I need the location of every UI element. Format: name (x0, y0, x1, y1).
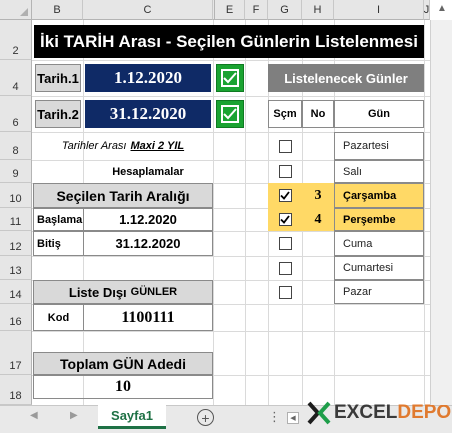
kod-label: Kod (33, 304, 84, 331)
day-checkbox-cell (268, 132, 302, 160)
brand-name-part1: EXCEL (334, 401, 398, 423)
excel-logo-icon (307, 401, 331, 424)
vertical-scrollbar[interactable] (430, 20, 452, 405)
excluded-days-subtitle: GÜNLER (130, 286, 178, 298)
day-number (302, 132, 334, 160)
day-checkbox[interactable] (278, 189, 292, 202)
col-header-c[interactable]: C (83, 0, 213, 20)
selected-range-header: Seçilen Tarih Aralığı (33, 183, 213, 208)
row-header-11[interactable]: 11 (0, 208, 32, 231)
end-value[interactable]: 31.12.2020 (83, 231, 213, 256)
range-note-limit: Maxi 2 YIL (130, 140, 185, 152)
tarih1-input[interactable]: 1.12.2020 (85, 64, 211, 92)
start-value[interactable]: 1.12.2020 (83, 208, 213, 231)
day-checkbox[interactable] (278, 261, 292, 275)
scroll-up-icon[interactable]: ▲ (437, 3, 447, 14)
day-name[interactable]: Çarşamba (334, 183, 424, 208)
grid-line (32, 60, 430, 61)
col-header-f[interactable]: F (245, 0, 268, 20)
day-name[interactable]: Pazartesi (334, 132, 424, 160)
day-checkbox[interactable] (278, 213, 292, 226)
col-header-h[interactable]: H (302, 0, 334, 20)
row-header-4[interactable]: 4 (0, 60, 32, 96)
tab-nav-prev-icon[interactable]: ◀ (30, 410, 38, 421)
row-header-10[interactable]: 10 (0, 183, 32, 208)
total-days-header: Toplam GÜN Adedi (33, 352, 213, 375)
col-no-header: No (302, 100, 334, 128)
day-number (302, 231, 334, 256)
day-number: 4 (302, 208, 334, 231)
tarih1-check[interactable] (216, 64, 244, 92)
tab-nav-next-icon[interactable]: ▶ (70, 410, 78, 421)
day-checkbox-cell (268, 160, 302, 183)
grid-line (32, 96, 430, 97)
total-days-value[interactable]: 10 (33, 375, 213, 399)
checkmark-icon (280, 215, 290, 224)
calc-heading: Hesaplamalar (112, 165, 184, 178)
excluded-days-header: Liste Dışı GÜNLER (33, 280, 213, 304)
grid-line (245, 20, 246, 405)
hscroll-left-icon[interactable]: ◀ (287, 412, 299, 424)
day-name[interactable]: Cuma (334, 231, 424, 256)
day-checkbox-cell (268, 280, 302, 304)
col-header-i[interactable]: I (334, 0, 424, 20)
day-checkbox[interactable] (278, 165, 292, 178)
grid-line (213, 20, 214, 405)
col-select-header: Sçm (268, 100, 302, 128)
tarih2-label: Tarih.2 (35, 100, 81, 128)
range-note: Tarihler Arası Maxi 2 YIL (33, 136, 213, 156)
row-header-8[interactable]: 8 (0, 132, 32, 160)
day-name[interactable]: Cumartesi (334, 256, 424, 280)
tarih2-check[interactable] (216, 100, 244, 128)
day-number: 3 (302, 183, 334, 208)
row-header-2[interactable]: 2 (0, 20, 32, 60)
row-header-12[interactable]: 12 (0, 231, 32, 256)
day-number (302, 160, 334, 183)
day-number (302, 280, 334, 304)
row-header-18[interactable]: 18 (0, 375, 32, 405)
kod-value[interactable]: 1100111 (83, 304, 213, 331)
page-title: İki TARİH Arası - Seçilen Günlerin Liste… (34, 25, 424, 58)
col-header-e[interactable]: E (215, 0, 245, 20)
range-note-text: Tarihler Arası (61, 140, 127, 152)
more-options-icon[interactable]: ⋮ (268, 409, 281, 425)
day-checkbox-cell (268, 183, 302, 208)
tarih2-input[interactable]: 31.12.2020 (85, 100, 211, 128)
excluded-days-title: Liste Dışı (68, 284, 127, 300)
col-day-header: Gün (334, 100, 424, 128)
grid-line (32, 331, 430, 332)
row-header-9[interactable]: 9 (0, 160, 32, 183)
day-checkbox[interactable] (278, 139, 292, 153)
day-name[interactable]: Salı (334, 160, 424, 183)
row-header-13[interactable]: 13 (0, 256, 32, 280)
start-label: Başlama (33, 208, 84, 231)
day-name[interactable]: Pazar (334, 280, 424, 304)
checkmark-icon (280, 191, 290, 200)
grid-line (424, 20, 425, 405)
col-header-j[interactable]: J (424, 0, 430, 20)
check-icon (221, 69, 239, 87)
row-header-17[interactable]: 17 (0, 331, 32, 375)
row-header-14[interactable]: 14 (0, 280, 32, 304)
day-name[interactable]: Perşembe (334, 208, 424, 231)
add-sheet-icon[interactable]: + (197, 409, 214, 426)
day-number (302, 256, 334, 280)
row-header-6[interactable]: 6 (0, 96, 32, 132)
check-icon (221, 105, 239, 123)
end-label: Bitiş (33, 231, 84, 256)
tarih1-label: Tarih.1 (35, 64, 81, 92)
col-header-g[interactable]: G (268, 0, 302, 20)
day-checkbox-cell (268, 208, 302, 231)
col-header-b[interactable]: B (32, 0, 83, 20)
day-checkbox-cell (268, 256, 302, 280)
sheet-tab-sayfa1[interactable]: Sayfa1 (98, 405, 166, 429)
day-checkbox-cell (268, 231, 302, 256)
row-header-16[interactable]: 16 (0, 304, 32, 331)
day-checkbox[interactable] (278, 237, 292, 250)
list-panel-header: Listelenecek Günler (268, 64, 424, 92)
select-all-corner[interactable] (0, 0, 32, 20)
day-checkbox[interactable] (278, 285, 292, 299)
